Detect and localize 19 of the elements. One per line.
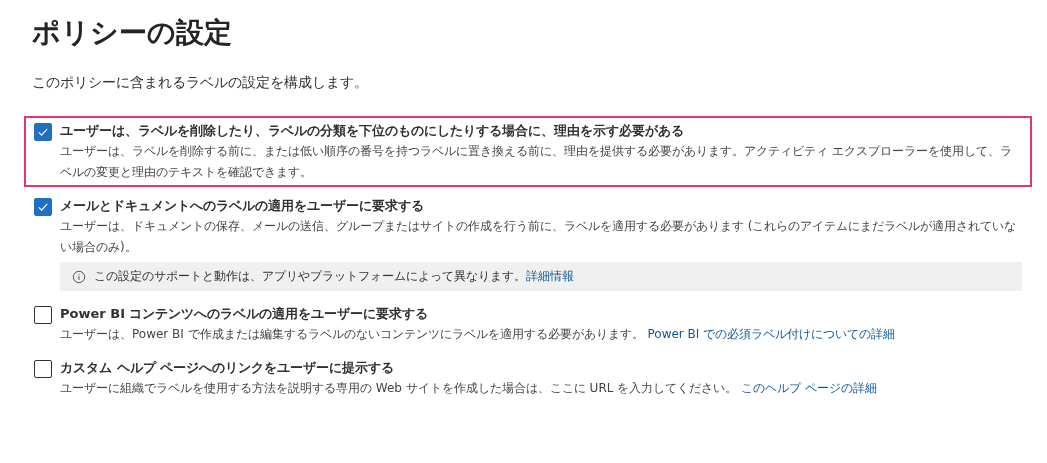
option-description: ユーザーは、ラベルを削除する前に、または低い順序の番号を持つラベルに置き換える前に、理由を提供する必要があります。アクティビティ エクスプローラーを使用して、ラベルの変更と理由のテキストを確認できます。 bbox=[60, 143, 1013, 181]
option-description: ユーザーは、ドキュメントの保存、メールの送信、グループまたはサイトの作成を行う前に、ラベルを適用する必要があります (これらのアイテムにまだラベルが適用されていない場合のみ)。 bbox=[60, 218, 1018, 256]
checkbox[interactable] bbox=[34, 123, 52, 141]
checkbox[interactable] bbox=[34, 198, 52, 216]
option-label: メールとドキュメントへのラベルの適用をユーザーに要求する bbox=[60, 197, 425, 215]
option-description: ユーザーに組織でラベルを使用する方法を説明する専用の Web サイトを作成した場合は、ここに URL を入力してください。 このヘルプ ページの詳細 bbox=[60, 380, 878, 397]
info-icon bbox=[72, 269, 86, 284]
checkbox[interactable] bbox=[34, 360, 52, 378]
checkbox[interactable] bbox=[34, 306, 52, 324]
help-link[interactable]: Power BI での必須ラベル付けについての詳細 bbox=[647, 327, 896, 341]
option-label: カスタム ヘルプ ページへのリンクをユーザーに提示する bbox=[60, 359, 396, 377]
info-text: この設定のサポートと動作は、アプリやプラットフォームによって異なります。詳細情報 bbox=[94, 268, 574, 285]
help-link[interactable]: このヘルプ ページの詳細 bbox=[741, 381, 877, 395]
option-label: ユーザーは、ラベルを削除したり、ラベルの分類を下位のものにしたりする場合に、理由を示す必要がある bbox=[60, 122, 685, 140]
page-title: ポリシーの設定 bbox=[32, 15, 233, 51]
option-description: ユーザーは、Power BI で作成または編集するラベルのないコンテンツにラベルを適用する必要があります。 Power BI での必須ラベル付けについての詳細 bbox=[60, 326, 897, 343]
page-description: このポリシーに含まれるラベルの設定を構成します。 bbox=[32, 74, 369, 92]
more-info-link[interactable]: 詳細情報 bbox=[526, 269, 574, 283]
option-label: Power BI コンテンツへのラベルの適用をユーザーに要求する bbox=[60, 305, 430, 323]
